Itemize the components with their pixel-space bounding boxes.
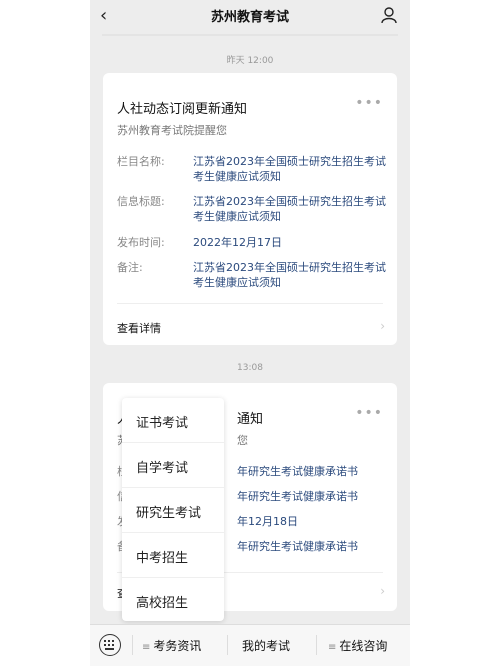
card-title-end: 通知 <box>237 412 264 427</box>
menu-icon: ≡ <box>142 642 151 653</box>
tab-divider <box>227 635 228 655</box>
menu-item-college-admission[interactable]: 高校招生 <box>122 578 224 622</box>
more-options-icon[interactable]: ••• <box>355 405 383 421</box>
tab-my-exams[interactable]: 我的考试 <box>242 637 290 654</box>
card-subtitle: 苏州教育考试院提醒您 <box>117 124 227 137</box>
message-card[interactable]: 人社动态订阅更新通知 ••• 苏州教育考试院提醒您 栏目名称: 江苏省2023年… <box>103 73 397 345</box>
field-value: 江苏省2023年全国硕士研究生招生考试考生健康应试须知 <box>193 261 386 289</box>
menu-item-label: 高校招生 <box>136 596 189 611</box>
message-time: 13:08 <box>237 363 263 373</box>
user-icon[interactable] <box>380 6 398 24</box>
tab-label: 考务资讯 <box>153 639 202 653</box>
field-label: 栏目名称: <box>117 155 165 168</box>
keyboard-icon[interactable] <box>99 634 121 656</box>
field-value: 江苏省2023年全国硕士研究生招生考试考生健康应试须知 <box>193 195 386 223</box>
tab-label: 在线咨询 <box>339 639 388 653</box>
menu-item-label: 研究生考试 <box>136 506 202 521</box>
more-options-icon[interactable]: ••• <box>355 95 383 111</box>
field-value: 年12月18日 <box>237 515 298 528</box>
card-title: 人社动态订阅更新通知 <box>117 102 248 117</box>
message-time: 昨天 12:00 <box>226 56 274 66</box>
menu-item-self-study-exam[interactable]: 自学考试 <box>122 443 224 487</box>
field-value: 年研究生考试健康承诺书 <box>237 540 358 553</box>
menu-item-graduate-exam[interactable]: 研究生考试 <box>122 488 224 532</box>
menu-item-label: 自学考试 <box>136 461 189 476</box>
page-title: 苏州教育考试 <box>210 10 289 25</box>
chevron-right-icon: › <box>380 319 385 333</box>
header-divider <box>102 34 398 36</box>
field-value: 2022年12月17日 <box>193 236 282 249</box>
menu-item-certificate-exam[interactable]: 证书考试 <box>122 398 224 442</box>
field-value: 江苏省2023年全国硕士研究生招生考试考生健康应试须知 <box>193 155 386 183</box>
tab-exam-news[interactable]: ≡ 考务资讯 <box>142 637 201 654</box>
tab-divider <box>132 635 133 655</box>
card-divider <box>117 303 383 304</box>
popup-menu: 证书考试 自学考试 研究生考试 中考招生 高校招生 <box>122 398 224 621</box>
field-label: 发布时间: <box>117 236 165 249</box>
menu-item-label: 中考招生 <box>136 551 189 566</box>
phone-screen: ‹ 苏州教育考试 昨天 12:00 人社动态订阅更新通知 ••• 苏州教育考试院… <box>90 0 410 666</box>
tab-divider <box>316 635 317 655</box>
view-details-link[interactable]: 查看详情 <box>117 320 161 336</box>
field-label: 备注: <box>117 261 143 274</box>
chevron-right-icon: › <box>380 584 385 598</box>
menu-item-high-school-admission[interactable]: 中考招生 <box>122 533 224 577</box>
nav-bar: ‹ 苏州教育考试 <box>90 0 410 30</box>
tab-online-consult[interactable]: ≡ 在线咨询 <box>328 637 387 654</box>
bottom-menu-bar: ≡ 考务资讯 我的考试 ≡ 在线咨询 <box>90 624 410 666</box>
menu-item-label: 证书考试 <box>136 416 189 431</box>
field-label: 信息标题: <box>117 195 165 208</box>
card-subtitle-end: 您 <box>237 434 248 447</box>
menu-icon: ≡ <box>328 642 337 653</box>
field-value: 年研究生考试健康承诺书 <box>237 490 358 503</box>
field-value: 年研究生考试健康承诺书 <box>237 465 358 478</box>
tab-label: 我的考试 <box>242 639 291 653</box>
